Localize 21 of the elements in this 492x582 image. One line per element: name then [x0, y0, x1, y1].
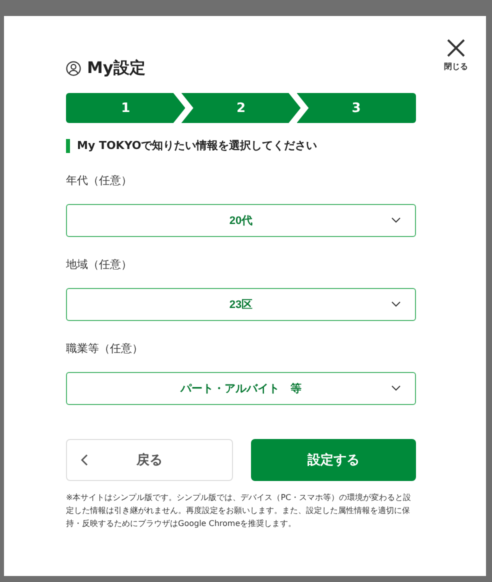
- chevron-down-icon: [391, 217, 401, 223]
- select-field[interactable]: 20代: [66, 204, 416, 237]
- notice-text: ※本サイトはシンプル版です。シンプル版では、デバイス（PC・スマホ等）の環境が変わると設定した情報は引き継がれません。再度設定をお願いします。また、設定した属性情報を適切に保持・反映するためにブラウザはGoogle Chromeを推奨します。: [66, 492, 412, 530]
- chevron-down-icon: [391, 301, 401, 307]
- field-label: 地域（任意）: [66, 257, 133, 272]
- step-indicator: 1: [66, 93, 186, 123]
- field-label: 職業等（任意）: [66, 341, 144, 356]
- user-icon: [66, 61, 81, 76]
- dialog-title: My設定: [87, 58, 146, 79]
- submit-button[interactable]: 設定する: [251, 439, 416, 481]
- back-button[interactable]: 戻る: [66, 439, 233, 481]
- select-field[interactable]: パート・アルバイト 等: [66, 372, 416, 405]
- step-indicator: 2: [181, 93, 301, 123]
- chevron-down-icon: [391, 385, 401, 391]
- close-button[interactable]: 閉じる: [444, 38, 468, 72]
- field-label: 年代（任意）: [66, 173, 133, 188]
- select-field[interactable]: 23区: [66, 288, 416, 321]
- chevron-left-icon: [81, 454, 88, 466]
- step-indicator: 3: [296, 93, 416, 123]
- close-icon: [446, 38, 466, 58]
- section-heading: My TOKYOで知りたい情報を選択してください: [66, 139, 416, 153]
